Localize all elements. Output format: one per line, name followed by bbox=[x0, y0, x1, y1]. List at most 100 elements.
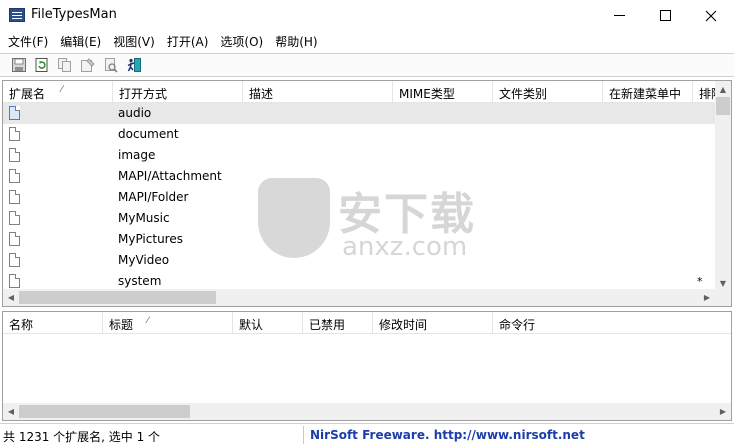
table-row[interactable]: MyMusic bbox=[3, 208, 718, 229]
title-bar: FileTypesMan bbox=[0, 0, 734, 31]
file-types-list[interactable]: 扩展名 ⁄ 打开方式 描述 MIME类型 文件类别 在新建菜单中 排除 audi… bbox=[2, 80, 732, 307]
column-header-in-new-menu[interactable]: 在新建菜单中 bbox=[603, 81, 693, 103]
scroll-right-icon[interactable]: ▶ bbox=[715, 403, 731, 419]
sort-indicator: ⁄ bbox=[147, 316, 149, 326]
close-icon bbox=[705, 10, 717, 21]
row-open-with: MyPictures bbox=[118, 232, 183, 246]
column-header-perceived-type[interactable]: 文件类别 bbox=[493, 81, 603, 103]
column-header-label: MIME类型 bbox=[399, 87, 455, 101]
column-header-mime-type[interactable]: MIME类型 bbox=[393, 81, 493, 103]
menu-edit[interactable]: 编辑(E) bbox=[54, 31, 107, 51]
row-open-with: MyMusic bbox=[118, 211, 170, 225]
minimize-icon bbox=[613, 15, 625, 16]
column-header-modified-time[interactable]: 修改时间 bbox=[373, 312, 493, 334]
column-header-label: 标题 bbox=[109, 318, 134, 332]
close-button[interactable] bbox=[688, 0, 734, 31]
column-header-disabled[interactable]: 已禁用 bbox=[303, 312, 373, 334]
horizontal-scrollbar[interactable]: ◀ ▶ bbox=[3, 403, 731, 420]
table-row[interactable]: document bbox=[3, 124, 718, 145]
status-divider bbox=[303, 426, 304, 444]
sort-indicator: ⁄ bbox=[61, 85, 63, 95]
file-type-icon bbox=[9, 190, 20, 204]
table-row[interactable]: MAPI/Folder bbox=[3, 187, 718, 208]
row-open-with: MAPI/Folder bbox=[118, 190, 189, 204]
table-row[interactable]: MAPI/Attachment bbox=[3, 166, 718, 187]
maximize-button[interactable] bbox=[642, 0, 688, 31]
minimize-button[interactable] bbox=[596, 0, 642, 31]
row-open-with: document bbox=[118, 127, 179, 141]
table-row[interactable]: MyVideo bbox=[3, 250, 718, 271]
find-icon bbox=[105, 58, 118, 73]
table-row[interactable]: audio bbox=[3, 103, 718, 124]
file-type-icon bbox=[9, 253, 20, 267]
menu-help[interactable]: 帮助(H) bbox=[269, 31, 323, 51]
properties-icon bbox=[81, 58, 95, 72]
file-type-icon bbox=[9, 211, 20, 225]
app-icon bbox=[9, 8, 25, 22]
scrollbar-thumb[interactable] bbox=[716, 97, 730, 115]
table-row[interactable]: MyPictures bbox=[3, 229, 718, 250]
window-title: FileTypesMan bbox=[31, 7, 117, 22]
save-icon bbox=[12, 58, 26, 72]
file-type-icon bbox=[9, 106, 20, 120]
column-header-caption[interactable]: 标题 ⁄ bbox=[103, 312, 233, 334]
column-header-name[interactable]: 名称 bbox=[3, 312, 103, 334]
horizontal-scrollbar[interactable]: ◀ ▶ bbox=[3, 289, 715, 306]
save-button[interactable] bbox=[9, 55, 29, 75]
file-type-icon bbox=[9, 232, 20, 246]
menu-bar: 文件(F) 编辑(E) 视图(V) 打开(A) 选项(O) 帮助(H) bbox=[0, 31, 734, 51]
column-header-label: 默认 bbox=[239, 318, 264, 332]
toolbar bbox=[0, 53, 734, 77]
status-count: 共 1231 个扩展名, 选中 1 个 bbox=[3, 430, 161, 444]
nirsoft-link[interactable]: NirSoft Freeware. http://www.nirsoft.net bbox=[310, 428, 585, 442]
column-header-label: 描述 bbox=[249, 87, 274, 101]
properties-button[interactable] bbox=[78, 55, 98, 75]
refresh-icon bbox=[35, 58, 48, 72]
row-open-with: audio bbox=[118, 106, 152, 120]
column-header-label: 命令行 bbox=[499, 318, 536, 332]
column-header-label: 扩展名 bbox=[9, 87, 46, 101]
scrollbar-corner bbox=[715, 289, 731, 306]
exit-button[interactable] bbox=[124, 55, 144, 75]
copy-button[interactable] bbox=[55, 55, 75, 75]
column-header-label: 打开方式 bbox=[119, 87, 168, 101]
scroll-left-icon[interactable]: ◀ bbox=[3, 289, 19, 305]
row-open-with: system bbox=[118, 274, 162, 288]
column-header-label: 文件类别 bbox=[499, 87, 548, 101]
row-excluded: * bbox=[697, 275, 703, 288]
row-open-with: image bbox=[118, 148, 156, 162]
actions-header: 名称 标题 ⁄ 默认 已禁用 修改时间 命令行 bbox=[3, 312, 731, 334]
scroll-left-icon[interactable]: ◀ bbox=[3, 403, 19, 419]
refresh-button[interactable] bbox=[32, 55, 52, 75]
column-header-label: 修改时间 bbox=[379, 318, 428, 332]
find-button[interactable] bbox=[101, 55, 121, 75]
menu-file[interactable]: 文件(F) bbox=[2, 31, 54, 51]
table-row[interactable]: image bbox=[3, 145, 718, 166]
exit-icon bbox=[127, 58, 141, 72]
menu-view[interactable]: 视图(V) bbox=[107, 31, 161, 51]
column-header-extension[interactable]: 扩展名 ⁄ bbox=[3, 81, 113, 103]
file-type-icon bbox=[9, 148, 20, 162]
actions-list[interactable]: 名称 标题 ⁄ 默认 已禁用 修改时间 命令行 ◀ ▶ bbox=[2, 311, 732, 421]
scrollbar-thumb[interactable] bbox=[19, 291, 216, 304]
column-header-default[interactable]: 默认 bbox=[233, 312, 303, 334]
vertical-scrollbar[interactable]: ▲ ▼ bbox=[715, 81, 731, 291]
column-header-command-line[interactable]: 命令行 bbox=[493, 312, 731, 334]
row-open-with: MyVideo bbox=[118, 253, 170, 267]
list-header: 扩展名 ⁄ 打开方式 描述 MIME类型 文件类别 在新建菜单中 排除 bbox=[3, 81, 718, 103]
file-type-icon bbox=[9, 169, 20, 183]
list-rows: audio document image MAPI/Attachment MAP… bbox=[3, 103, 718, 291]
column-header-label: 已禁用 bbox=[309, 318, 346, 332]
menu-options[interactable]: 选项(O) bbox=[214, 31, 269, 51]
menu-open[interactable]: 打开(A) bbox=[161, 31, 215, 51]
column-header-description[interactable]: 描述 bbox=[243, 81, 393, 103]
scrollbar-thumb[interactable] bbox=[19, 405, 190, 418]
table-row[interactable]: system * bbox=[3, 271, 718, 291]
column-header-open-with[interactable]: 打开方式 bbox=[113, 81, 243, 103]
column-header-label: 在新建菜单中 bbox=[609, 87, 682, 101]
column-header-label: 名称 bbox=[9, 318, 34, 332]
scroll-up-icon[interactable]: ▲ bbox=[715, 81, 731, 97]
row-open-with: MAPI/Attachment bbox=[118, 169, 222, 183]
file-type-icon bbox=[9, 274, 20, 288]
scroll-right-icon[interactable]: ▶ bbox=[699, 289, 715, 305]
